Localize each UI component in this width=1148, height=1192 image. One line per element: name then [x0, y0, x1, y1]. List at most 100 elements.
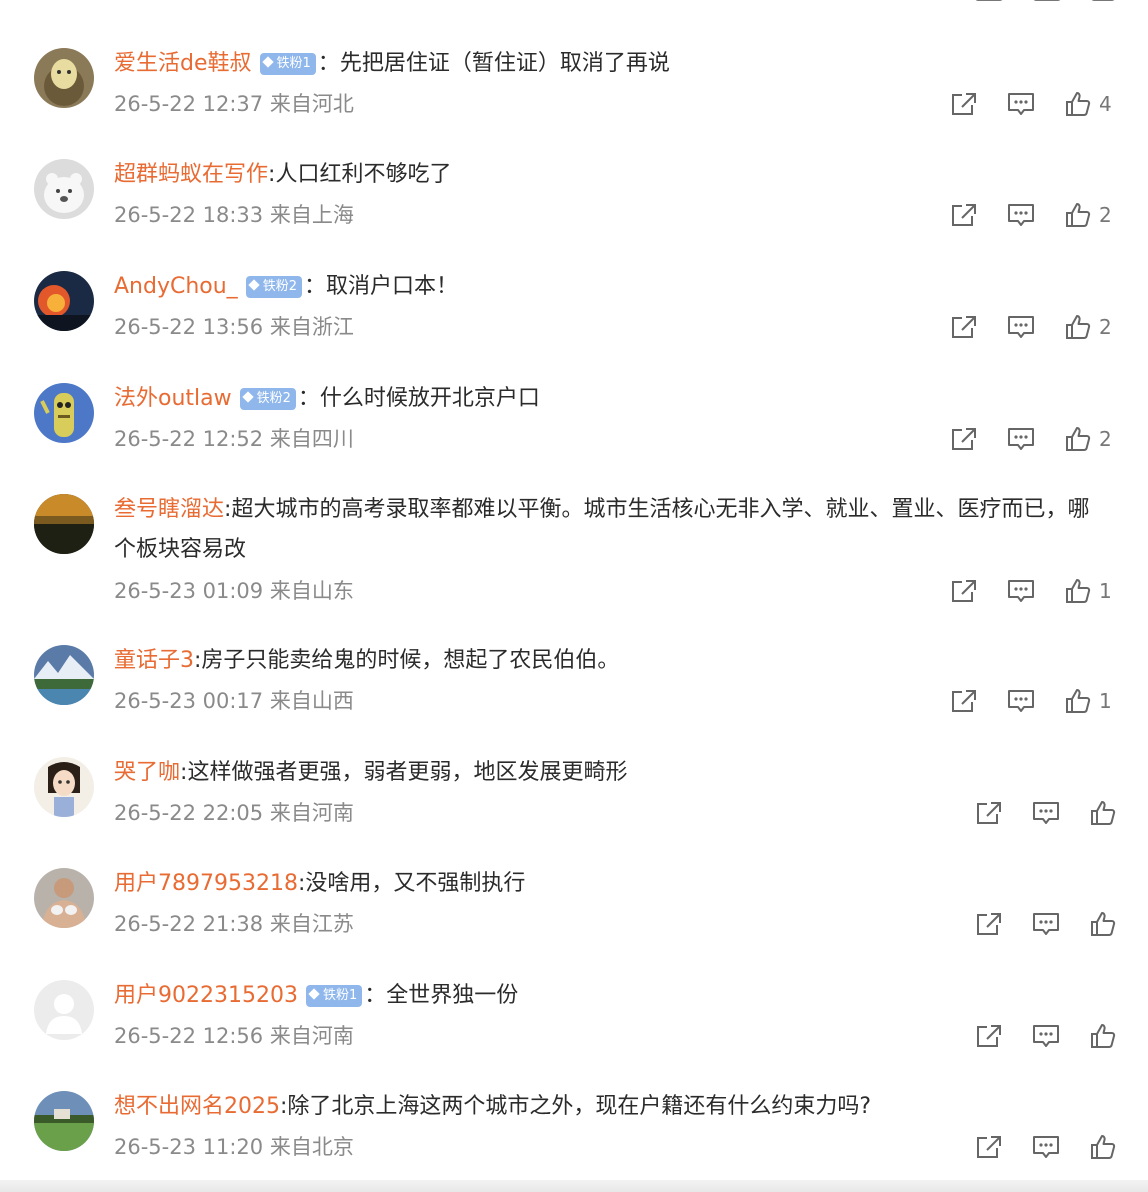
- like-button[interactable]: 4: [1065, 91, 1112, 117]
- username-link[interactable]: AndyChou_: [114, 274, 238, 299]
- default-user-avatar[interactable]: [34, 980, 94, 1040]
- fan-badge[interactable]: 铁粉2: [239, 388, 296, 410]
- comment-meta: 26-5-23 00:17 来自山西: [114, 689, 354, 713]
- clipped-previous-comment-actions: [0, 0, 1148, 6]
- comment-icon: [1008, 428, 1034, 450]
- separator: ：: [303, 274, 326, 299]
- mountain-lake-avatar[interactable]: [34, 645, 94, 705]
- share-button[interactable]: [975, 800, 1003, 826]
- thumbs-up-icon: [1091, 1135, 1116, 1159]
- comment-text-line: 想不出网名2025:除了北京上海这两个城市之外，现在户籍还有什么约束力吗?: [114, 1087, 1108, 1127]
- diamond-icon: [308, 988, 320, 1000]
- like-button[interactable]: [1090, 1023, 1116, 1049]
- person-photo-avatar[interactable]: [34, 868, 94, 928]
- comment-text-line: 用户9022315203 铁粉1 ：全世界独一份: [114, 976, 1108, 1016]
- reply-button[interactable]: [1007, 578, 1035, 604]
- share-icon: [952, 316, 976, 338]
- comment-meta: 26-5-22 18:33 来自上海: [114, 203, 354, 227]
- thumbs-up-icon: [1066, 427, 1091, 451]
- like-button[interactable]: 1: [1065, 578, 1112, 604]
- comment-content: 除了北京上海这两个城市之外，现在户籍还有什么约束力吗?: [287, 1094, 872, 1119]
- like-button[interactable]: 2: [1065, 426, 1112, 452]
- like-count: 2: [1099, 427, 1112, 451]
- green-field-avatar[interactable]: [34, 1091, 94, 1151]
- cartoon-character-avatar[interactable]: [34, 383, 94, 443]
- username-link[interactable]: 想不出网名2025: [114, 1094, 280, 1119]
- share-button[interactable]: [950, 578, 978, 604]
- username-link[interactable]: 哭了咖: [114, 760, 180, 785]
- comment-actions: [975, 1016, 1116, 1056]
- like-count: 4: [1099, 92, 1112, 116]
- username-link[interactable]: 叁号瞎溜达: [114, 497, 224, 522]
- comment-content: 超大城市的高考录取率都难以平衡。城市生活核心无非入学、就业、置业、医疗而已，哪个…: [114, 497, 1090, 562]
- anime-girl-avatar[interactable]: [34, 757, 94, 817]
- share-button[interactable]: [975, 1023, 1003, 1049]
- reply-button[interactable]: [1007, 91, 1035, 117]
- plush-toy-avatar[interactable]: [34, 48, 94, 108]
- share-button[interactable]: [950, 688, 978, 714]
- reply-button[interactable]: [1007, 426, 1035, 452]
- reply-button[interactable]: [1032, 1023, 1060, 1049]
- polar-bear-avatar[interactable]: [34, 159, 94, 219]
- like-button[interactable]: [1090, 800, 1116, 826]
- share-button[interactable]: [975, 1134, 1003, 1160]
- comment-content: 这样做强者更强，弱者更弱，地区发展更畸形: [187, 760, 628, 785]
- thumbs-up-icon: [1091, 912, 1116, 936]
- comment-content: 什么时候放开北京户口: [319, 386, 540, 411]
- comment-text-line: 法外outlaw 铁粉2 ：什么时候放开北京户口: [114, 379, 1108, 419]
- like-button[interactable]: 2: [1065, 314, 1112, 340]
- fan-badge[interactable]: 铁粉2: [245, 276, 302, 298]
- thumbs-up-icon: [1066, 92, 1091, 116]
- thumbs-up-icon: [1066, 203, 1091, 227]
- reply-button[interactable]: [1032, 800, 1060, 826]
- reply-button[interactable]: [1007, 202, 1035, 228]
- share-button[interactable]: [950, 314, 978, 340]
- fan-badge[interactable]: 铁粉1: [259, 53, 316, 75]
- comment-text-line: 叁号瞎溜达:超大城市的高考录取率都难以平衡。城市生活核心无非入学、就业、置业、医…: [114, 490, 1108, 570]
- comment-content: 人口红利不够吃了: [275, 162, 452, 187]
- dusk-landscape-avatar[interactable]: [34, 494, 94, 554]
- share-icon: [952, 93, 976, 115]
- reply-button[interactable]: [1007, 314, 1035, 340]
- username-link[interactable]: 爱生活de鞋叔: [114, 51, 252, 76]
- comment-meta: 26-5-23 11:20 来自北京: [114, 1135, 354, 1159]
- share-icon: [977, 1136, 1001, 1158]
- clipped-previous-icons: [975, 0, 1115, 1]
- reply-button[interactable]: [1032, 1134, 1060, 1160]
- comment-actions: [975, 793, 1116, 833]
- share-button[interactable]: [950, 91, 978, 117]
- comment-icon: [1008, 580, 1034, 602]
- reply-button[interactable]: [1007, 688, 1035, 714]
- share-button[interactable]: [950, 426, 978, 452]
- comment-text-line: 爱生活de鞋叔 铁粉1 ：先把居住证（暂住证）取消了再说: [114, 44, 1108, 84]
- comment-meta: 26-5-23 01:09 来自山东: [114, 579, 354, 603]
- username-link[interactable]: 超群蚂蚁在写作: [114, 162, 268, 187]
- share-icon: [952, 204, 976, 226]
- like-button[interactable]: 1: [1065, 688, 1112, 714]
- thumbs-up-icon: [1066, 315, 1091, 339]
- comment-text-line: AndyChou_ 铁粉2 ：取消户口本！: [114, 267, 1108, 307]
- comment-meta: 26-5-22 12:52 来自四川: [114, 427, 354, 451]
- share-button[interactable]: [975, 911, 1003, 937]
- fan-badge[interactable]: 铁粉1: [305, 985, 363, 1007]
- comment-actions: 1: [950, 571, 1112, 611]
- username-link[interactable]: 用户9022315203: [114, 983, 298, 1008]
- share-icon: [977, 913, 1001, 935]
- username-link[interactable]: 童话子3: [114, 648, 194, 673]
- like-count: 2: [1099, 315, 1112, 339]
- comment-content: 先把居住证（暂住证）取消了再说: [339, 51, 670, 76]
- comment-actions: [975, 1127, 1116, 1167]
- comment-actions: 1: [950, 681, 1112, 721]
- share-icon: [977, 1025, 1001, 1047]
- share-button[interactable]: [950, 202, 978, 228]
- like-button[interactable]: [1090, 1134, 1116, 1160]
- reply-button[interactable]: [1032, 911, 1060, 937]
- thumbs-up-icon: [1066, 579, 1091, 603]
- sunset-fire-avatar[interactable]: [34, 271, 94, 331]
- like-button[interactable]: 2: [1065, 202, 1112, 228]
- like-button[interactable]: [1090, 911, 1116, 937]
- separator: ：: [364, 983, 387, 1008]
- username-link[interactable]: 法外outlaw: [114, 386, 232, 411]
- username-link[interactable]: 用户7897953218: [114, 871, 298, 896]
- diamond-icon: [241, 391, 254, 403]
